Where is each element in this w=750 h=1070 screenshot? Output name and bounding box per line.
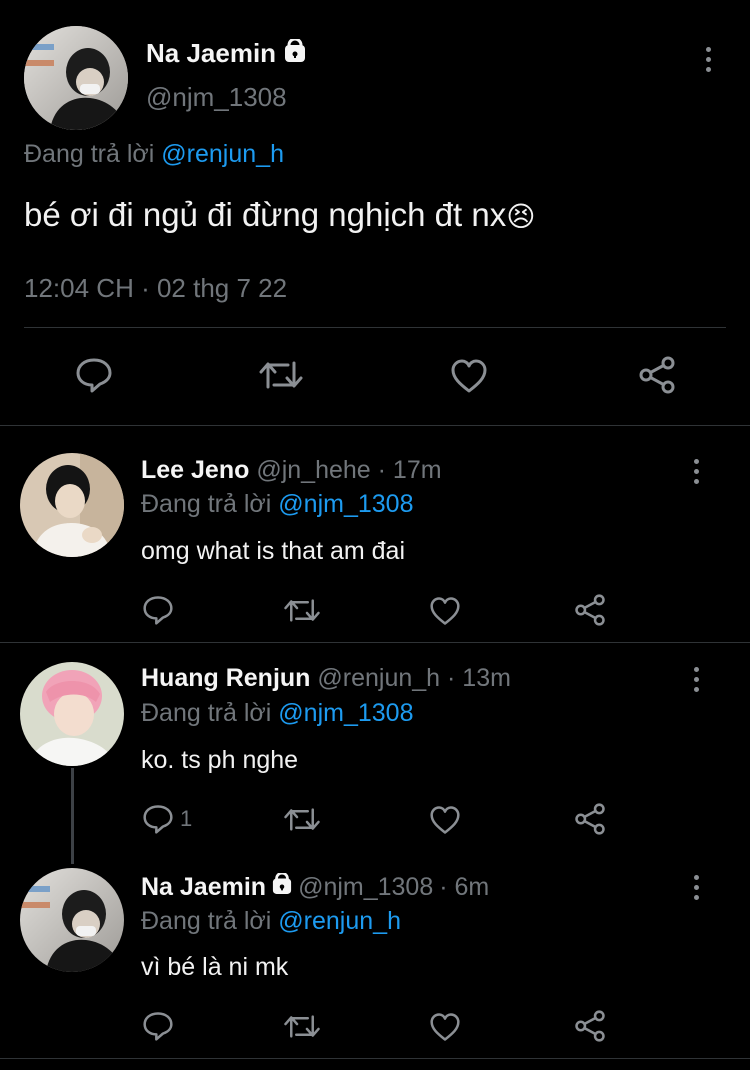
tweet-text: ko. ts ph nghe <box>141 746 299 774</box>
retweet-icon[interactable] <box>283 806 321 833</box>
timestamp[interactable]: 12:04 CH · 02 thg 7 22 <box>24 273 287 304</box>
replying-to-line: Đang trả lời @renjun_h <box>141 907 401 936</box>
tweet-text-row: bé ơi đi ngủ đi đừng nghịch đt nx😣 <box>24 196 535 234</box>
author-name[interactable]: Lee Jeno <box>141 456 249 484</box>
replying-prefix: Đang trả lời <box>141 907 272 935</box>
heart-icon[interactable] <box>429 1012 461 1042</box>
tweet-text: bé ơi đi ngủ đi đừng nghịch đt nx <box>24 196 507 233</box>
tweet-text: vì bé là ni mk <box>141 953 289 981</box>
comment-icon <box>142 804 174 834</box>
share-icon[interactable] <box>574 1010 606 1042</box>
relative-time[interactable]: · 13m <box>447 664 511 692</box>
replying-to-mention[interactable]: @njm_1308 <box>278 699 413 727</box>
replying-to-mention[interactable]: @renjun_h <box>278 907 401 935</box>
replying-to-line: Đang trả lời @njm_1308 <box>141 699 413 728</box>
tweet-text: omg what is that am đai <box>141 537 406 565</box>
heart-icon[interactable] <box>429 596 461 626</box>
section-divider <box>0 425 750 426</box>
share-icon[interactable] <box>574 594 606 626</box>
relative-time[interactable]: · 6m <box>439 873 489 902</box>
section-divider <box>0 1058 750 1059</box>
author-name[interactable]: Na Jaemin <box>146 38 276 69</box>
replying-to-line: Đang trả lời @renjun_h <box>24 140 284 169</box>
avatar[interactable] <box>24 26 128 130</box>
retweet-icon[interactable] <box>283 597 321 624</box>
reply-count: 1 <box>180 806 193 831</box>
comment-icon[interactable] <box>142 595 174 625</box>
replying-prefix: Đang trả lời <box>141 490 272 518</box>
comment-icon[interactable] <box>75 357 113 393</box>
tweet-emoji: 😣 <box>506 201 536 232</box>
retweet-icon[interactable] <box>258 359 304 391</box>
reply-header: Huang Renjun @renjun_h · 13m <box>141 664 511 693</box>
divider <box>24 327 726 328</box>
author-handle[interactable]: @jn_hehe <box>256 456 370 484</box>
replying-prefix: Đang trả lời <box>24 140 155 168</box>
lock-icon <box>284 37 306 68</box>
avatar[interactable] <box>20 868 124 972</box>
author-name[interactable]: Na Jaemin <box>141 873 266 902</box>
lock-icon <box>272 871 292 902</box>
reply-header: Na Jaemin @njm_1308 · 6m <box>141 871 489 902</box>
thread-line <box>71 768 74 864</box>
replying-to-mention[interactable]: @njm_1308 <box>278 490 413 518</box>
reply-header: Lee Jeno @jn_hehe · 17m <box>141 456 442 485</box>
section-divider <box>0 642 750 643</box>
more-vertical-icon[interactable] <box>684 872 708 902</box>
share-icon[interactable] <box>574 803 606 835</box>
author-name[interactable]: Huang Renjun <box>141 664 310 692</box>
replying-to-line: Đang trả lời @njm_1308 <box>141 490 413 519</box>
retweet-icon[interactable] <box>283 1013 321 1040</box>
more-vertical-icon[interactable] <box>684 664 708 694</box>
more-vertical-icon[interactable] <box>684 456 708 486</box>
author-handle[interactable]: @renjun_h <box>317 664 440 692</box>
heart-icon[interactable] <box>450 358 488 394</box>
replying-to-mention[interactable]: @renjun_h <box>161 140 284 168</box>
replying-prefix: Đang trả lời <box>141 699 272 727</box>
avatar[interactable] <box>20 453 124 557</box>
share-icon[interactable] <box>638 356 676 394</box>
author-row: Na Jaemin <box>146 37 306 69</box>
relative-time[interactable]: · 17m <box>378 456 442 484</box>
author-handle[interactable]: @njm_1308 <box>298 873 433 902</box>
avatar[interactable] <box>20 662 124 766</box>
heart-icon[interactable] <box>429 805 461 835</box>
comment-button[interactable]: 1 <box>142 804 192 834</box>
comment-icon[interactable] <box>142 1011 174 1041</box>
author-handle[interactable]: @njm_1308 <box>146 82 287 113</box>
more-vertical-icon[interactable] <box>696 44 720 74</box>
